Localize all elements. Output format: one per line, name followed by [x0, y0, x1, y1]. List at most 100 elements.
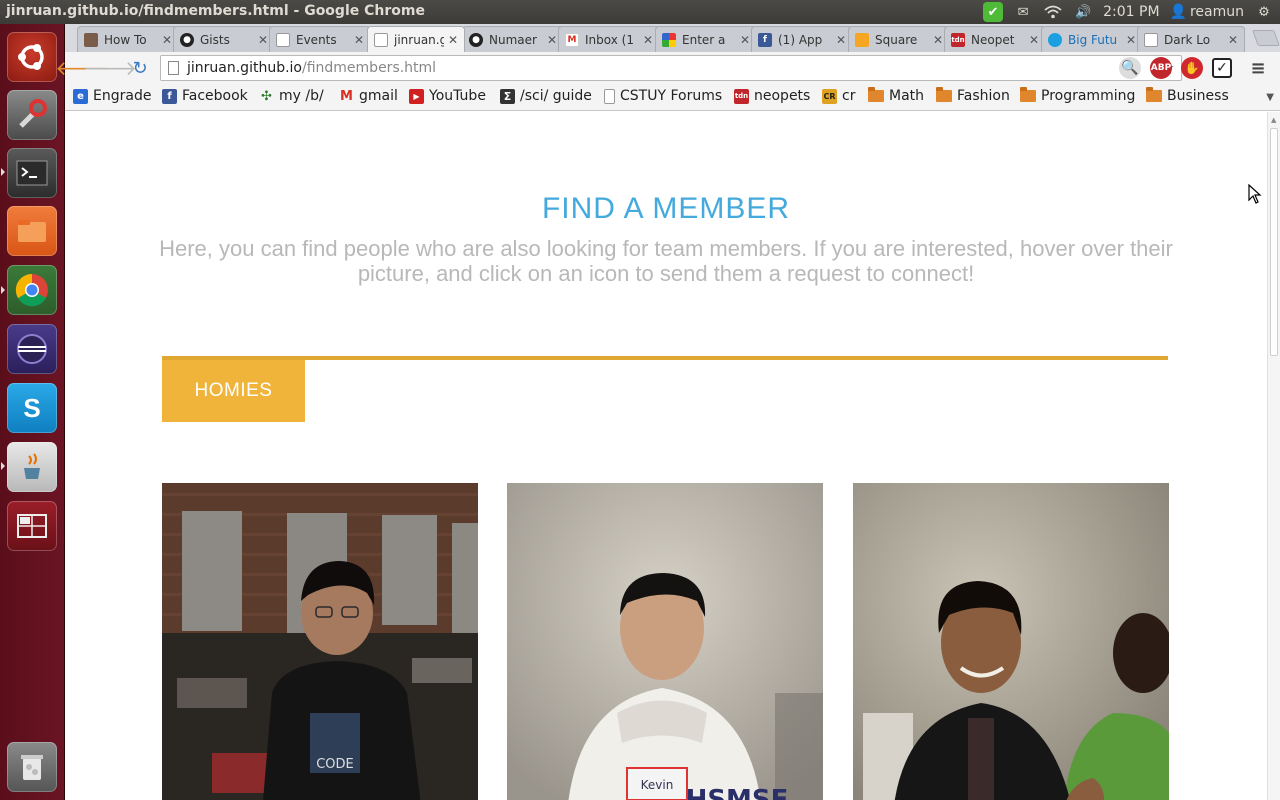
- tab-label: How To: [104, 32, 147, 47]
- workspace-switcher-icon[interactable]: [7, 501, 57, 551]
- bookmark-facebook[interactable]: f Facebook: [162, 88, 248, 104]
- member-photo-2[interactable]: Kevin HSMSE: [507, 483, 823, 800]
- reload-button[interactable]: ↻: [127, 56, 153, 80]
- forward-button[interactable]: 🡒: [83, 56, 137, 80]
- clock[interactable]: 2:01 PM: [1103, 4, 1159, 20]
- close-icon[interactable]: ✕: [354, 33, 364, 47]
- checkbox-extension-icon[interactable]: ✓: [1212, 58, 1232, 78]
- bookmark-label: Business: [1167, 88, 1229, 104]
- tab-strip: How To ✕ ● Gists ✕ Events ✕ jinruan.g ✕ …: [65, 24, 1280, 52]
- person-photo-icon: [84, 32, 98, 47]
- mail-icon[interactable]: ✉: [1013, 4, 1033, 20]
- wifi-icon[interactable]: [1043, 4, 1063, 20]
- bookmark-label: Math: [889, 88, 925, 104]
- skype-icon[interactable]: S: [7, 383, 57, 433]
- close-icon[interactable]: ✕: [448, 33, 458, 47]
- close-icon[interactable]: ✕: [1126, 33, 1136, 47]
- close-icon[interactable]: ✕: [836, 33, 846, 47]
- bookmarks-bar: e Engrade f Facebook ✣ my /b/ Mgmail ▶ YouTu…: [65, 84, 1280, 111]
- system-settings-icon[interactable]: [7, 90, 57, 140]
- trash-icon[interactable]: [7, 742, 57, 792]
- bookmark-folder-math[interactable]: Math: [868, 87, 925, 104]
- close-icon[interactable]: ✕: [643, 33, 653, 47]
- close-icon[interactable]: ✕: [258, 33, 268, 47]
- tdn-icon: tdn: [951, 32, 965, 47]
- github-icon: ●: [180, 32, 194, 47]
- bookmark-cr[interactable]: CR cr: [822, 88, 855, 104]
- bookmark-neopets[interactable]: tdn neopets: [734, 88, 810, 104]
- java-icon[interactable]: [7, 442, 57, 492]
- bookmark-gmail[interactable]: Mgmail: [339, 88, 398, 104]
- member-card[interactable]: [853, 483, 1169, 800]
- member-photo-1[interactable]: CODE: [162, 483, 478, 800]
- close-icon[interactable]: ✕: [547, 33, 557, 47]
- bookmark-my-b[interactable]: ✣ my /b/: [259, 88, 324, 104]
- scrollbar-thumb[interactable]: [1270, 128, 1278, 356]
- tab-inbox[interactable]: M Inbox (1 ✕: [558, 26, 660, 52]
- terminal-icon[interactable]: [7, 148, 57, 198]
- update-shield-icon[interactable]: ✔: [983, 2, 1004, 22]
- gear-icon[interactable]: ⚙: [1254, 4, 1274, 20]
- adblock-plus-icon[interactable]: ABP: [1150, 57, 1172, 79]
- tab-gists[interactable]: ● Gists ✕: [173, 26, 275, 52]
- stop-extension-icon[interactable]: ✋: [1181, 57, 1203, 79]
- member-photo-3[interactable]: [853, 483, 1169, 800]
- bookmark-label: gmail: [359, 88, 398, 104]
- ubuntu-dash-icon[interactable]: [7, 32, 57, 82]
- eclipse-icon[interactable]: [7, 324, 57, 374]
- tab-enter[interactable]: Enter a ✕: [655, 26, 757, 52]
- bookmark-youtube[interactable]: ▶ YouTube: [409, 88, 486, 104]
- bookmark-engrade[interactable]: e Engrade: [73, 88, 151, 104]
- tab-homies[interactable]: HOMIES: [162, 360, 305, 422]
- tab-facebook-app[interactable]: f (1) App ✕: [751, 26, 853, 52]
- folder-icon: [1020, 87, 1036, 102]
- files-icon[interactable]: [7, 206, 57, 256]
- bookmark-cstuy-forums[interactable]: CSTUY Forums: [604, 88, 722, 104]
- search-extension-icon[interactable]: 🔍: [1119, 57, 1141, 79]
- tab-jinruan[interactable]: jinruan.g ✕: [367, 26, 465, 52]
- member-card[interactable]: CODE: [162, 483, 478, 800]
- bookmark-folder-business[interactable]: Business: [1146, 87, 1229, 104]
- mouse-cursor-icon: [1248, 184, 1262, 204]
- window-title: jinruan.github.io/findmembers.html - Goo…: [6, 3, 425, 19]
- page-intro: Here, you can find people who are also l…: [159, 236, 1173, 286]
- engrade-icon: e: [73, 88, 88, 104]
- url-host: jinruan.github.io: [187, 60, 302, 76]
- page-icon: [1144, 32, 1158, 47]
- tab-label: Gists: [200, 32, 230, 47]
- system-top-panel: jinruan.github.io/findmembers.html - Goo…: [0, 0, 1280, 24]
- bookmark-folder-fashion[interactable]: Fashion: [936, 87, 1010, 104]
- tab-big-future[interactable]: Big Futu ✕: [1041, 26, 1143, 52]
- close-icon[interactable]: ✕: [1029, 33, 1039, 47]
- tab-events[interactable]: Events ✕: [269, 26, 371, 52]
- scroll-up-icon[interactable]: ▲: [1271, 116, 1276, 124]
- page-icon: [604, 88, 615, 104]
- facebook-icon: f: [162, 88, 177, 104]
- bookmark-label: Facebook: [182, 88, 248, 104]
- close-icon[interactable]: ✕: [1228, 33, 1238, 47]
- tab-numaer[interactable]: ● Numaer ✕: [462, 26, 564, 52]
- bookmark-sci-guide[interactable]: Σ/sci/ guide: [500, 88, 592, 104]
- chrome-icon[interactable]: [7, 265, 57, 315]
- user-menu[interactable]: 👤 reamun: [1170, 4, 1244, 20]
- pinwheel-icon: [662, 32, 676, 47]
- new-tab-button[interactable]: [1252, 30, 1280, 46]
- bookmark-folder-programming[interactable]: Programming: [1020, 87, 1135, 104]
- tab-label: jinruan.g: [394, 32, 444, 47]
- close-icon[interactable]: ✕: [740, 33, 750, 47]
- close-icon[interactable]: ✕: [162, 33, 172, 47]
- chevron-down-icon[interactable]: ▼: [1266, 92, 1274, 103]
- gmail-icon: M: [565, 32, 579, 47]
- tab-square[interactable]: Square ✕: [848, 26, 950, 52]
- tab-neopets[interactable]: tdn Neopet ✕: [944, 26, 1046, 52]
- close-icon[interactable]: ✕: [933, 33, 943, 47]
- page-scrollbar[interactable]: ▲: [1267, 112, 1280, 800]
- menu-icon[interactable]: ≡: [1247, 57, 1269, 79]
- member-card[interactable]: Kevin HSMSE: [507, 483, 823, 800]
- volume-icon[interactable]: 🔊: [1073, 4, 1093, 20]
- address-bar[interactable]: jinruan.github.io/findmembers.html ☆: [160, 55, 1182, 81]
- sigma-icon: Σ: [500, 88, 515, 104]
- tab-how-to[interactable]: How To ✕: [77, 26, 179, 52]
- tab-dark-lo[interactable]: Dark Lo ✕: [1137, 26, 1245, 52]
- running-indicator: [1, 168, 5, 176]
